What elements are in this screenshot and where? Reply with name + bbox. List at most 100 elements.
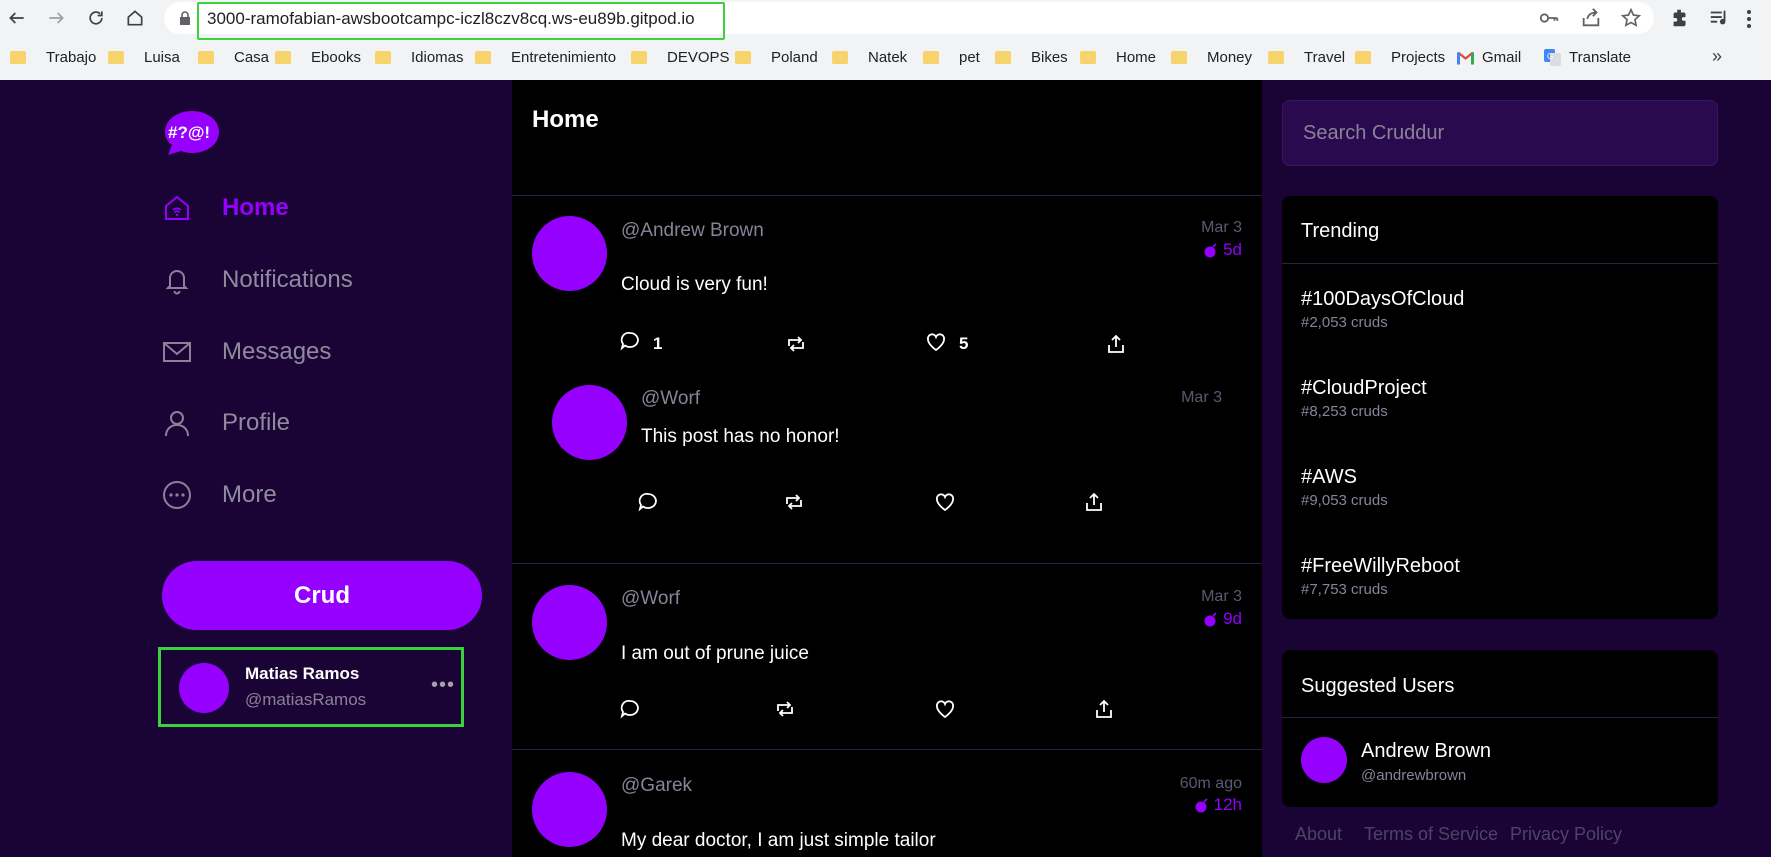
- heart-icon[interactable]: [934, 491, 956, 513]
- folder-icon: [832, 50, 848, 64]
- crud-button[interactable]: Crud: [162, 561, 482, 630]
- heart-icon[interactable]: [934, 698, 956, 720]
- bookmark-money[interactable]: Money: [1171, 47, 1252, 67]
- bookmark-label: Natek: [868, 48, 908, 66]
- repost-icon[interactable]: [774, 698, 796, 720]
- home-icon[interactable]: [123, 6, 147, 30]
- bookmark-label: Money: [1207, 48, 1253, 66]
- bomb-icon: [1204, 243, 1217, 258]
- post-handle[interactable]: @Andrew Brown: [621, 220, 764, 242]
- nav-home[interactable]: Home: [162, 188, 289, 228]
- bookmark-label: DEVOPS: [667, 48, 730, 66]
- trending-panel: Trending #100DaysOfCloud #2,053 cruds #C…: [1282, 196, 1718, 619]
- share-icon[interactable]: [1580, 7, 1602, 29]
- bookmark-translate[interactable]: G Translate: [1544, 47, 1631, 67]
- browser-chrome: 3000-ramofabian-awsbootcampc-iczl8czv8cq…: [0, 0, 1771, 80]
- divider: [512, 749, 1262, 750]
- folder-icon: [1080, 50, 1096, 64]
- mail-icon: [163, 342, 191, 362]
- bookmark-natek[interactable]: Natek: [832, 47, 907, 67]
- forward-arrow-icon[interactable]: [44, 6, 68, 30]
- share-icon[interactable]: [1105, 333, 1127, 355]
- bookmark-devops[interactable]: DEVOPS: [631, 47, 730, 67]
- bookmark-travel[interactable]: Travel: [1268, 47, 1345, 67]
- suggested-user-name[interactable]: Andrew Brown: [1361, 740, 1491, 763]
- kebab-menu-icon[interactable]: [1747, 10, 1751, 28]
- url-text[interactable]: 3000-ramofabian-awsbootcampc-iczl8czv8cq…: [207, 9, 695, 29]
- cruddur-logo[interactable]: #?@!: [162, 107, 222, 157]
- folder-icon: [1355, 50, 1371, 64]
- nav-notifications[interactable]: Notifications: [162, 260, 353, 300]
- trending-title: Trending: [1301, 220, 1380, 242]
- extensions-icon[interactable]: [1669, 7, 1691, 29]
- user-icon: [165, 411, 189, 437]
- footer-link-privacy[interactable]: Privacy Policy: [1510, 824, 1622, 845]
- post-handle[interactable]: @Worf: [641, 388, 700, 410]
- bookmark-entretenimiento[interactable]: Entretenimiento: [475, 47, 616, 67]
- bookmark-luisa[interactable]: Luisa: [108, 47, 180, 67]
- post-handle[interactable]: @Worf: [621, 588, 680, 610]
- bookmark-poland[interactable]: Poland: [735, 47, 818, 67]
- repost-icon[interactable]: [785, 333, 807, 355]
- bookmark-ebooks[interactable]: Ebooks: [275, 47, 361, 67]
- footer-link-terms[interactable]: Terms of Service: [1364, 824, 1498, 845]
- home-icon: [165, 195, 189, 220]
- bookmark-trabajo[interactable]: Trabajo: [10, 47, 96, 67]
- post-handle[interactable]: @Garek: [621, 775, 692, 797]
- bookmark-home[interactable]: Home: [1080, 47, 1156, 67]
- bookmark-idiomas[interactable]: Idiomas: [375, 47, 464, 67]
- avatar: [179, 663, 229, 713]
- reply-icon[interactable]: [619, 330, 641, 352]
- share-icon[interactable]: [1093, 698, 1115, 720]
- nav-messages[interactable]: Messages: [162, 332, 331, 372]
- nav-more-label: More: [222, 481, 277, 508]
- footer-link-about[interactable]: About: [1295, 824, 1342, 845]
- nav-more[interactable]: More: [162, 475, 277, 515]
- media-icon[interactable]: [1708, 7, 1730, 29]
- bookmark-casa[interactable]: Casa: [198, 47, 269, 67]
- search-input[interactable]: [1283, 101, 1717, 165]
- bookmark-gmail[interactable]: Gmail: [1457, 47, 1521, 67]
- folder-icon: [923, 50, 939, 64]
- divider: [512, 195, 1262, 196]
- trending-tag[interactable]: #CloudProject: [1301, 377, 1427, 400]
- bookmark-bikes[interactable]: Bikes: [995, 47, 1068, 67]
- profile-card[interactable]: Matias Ramos @matiasRamos •••: [158, 647, 464, 727]
- nav-home-label: Home: [222, 194, 289, 221]
- key-icon[interactable]: [1538, 7, 1560, 29]
- reply-icon[interactable]: [619, 698, 641, 720]
- search-box[interactable]: [1282, 100, 1718, 166]
- share-icon[interactable]: [1083, 491, 1105, 513]
- profile-more-button[interactable]: •••: [431, 674, 455, 697]
- repost-icon[interactable]: [783, 491, 805, 513]
- reload-icon[interactable]: [84, 6, 108, 30]
- logo-text: #?@!: [168, 123, 210, 142]
- post-expiry: 9d: [1203, 609, 1242, 629]
- bookmark-label: Entretenimiento: [511, 48, 617, 66]
- trending-tag[interactable]: #AWS: [1301, 466, 1357, 489]
- folder-icon: [108, 50, 124, 64]
- bookmark-label: Ebooks: [311, 48, 362, 66]
- back-arrow-icon[interactable]: [5, 6, 29, 30]
- suggested-user-handle: @andrewbrown: [1361, 767, 1467, 784]
- reply-icon[interactable]: [637, 491, 659, 513]
- bookmark-projects[interactable]: Projects: [1355, 47, 1445, 67]
- heart-icon[interactable]: [925, 331, 947, 353]
- folder-icon: [375, 50, 391, 64]
- feed: Home @Andrew Brown Mar 3 5d Cloud is ver…: [512, 80, 1262, 857]
- bookmark-label: Translate: [1569, 48, 1631, 66]
- post-expiry: 12h: [1194, 795, 1242, 815]
- bookmark-pet[interactable]: pet: [923, 47, 980, 67]
- bookmarks-overflow-button[interactable]: »: [1712, 46, 1722, 67]
- bomb-icon: [1204, 612, 1217, 627]
- page-title: Home: [532, 106, 599, 133]
- star-icon[interactable]: [1620, 7, 1642, 29]
- folder-icon: [475, 50, 491, 64]
- translate-icon: G: [1544, 48, 1561, 66]
- trending-tag[interactable]: #100DaysOfCloud: [1301, 288, 1464, 311]
- post-message: I am out of prune juice: [621, 643, 809, 664]
- trending-tag[interactable]: #FreeWillyReboot: [1301, 555, 1460, 578]
- nav-profile[interactable]: Profile: [162, 403, 290, 443]
- trending-count: #8,253 cruds: [1301, 403, 1388, 420]
- post-date: 60m ago: [1179, 775, 1242, 792]
